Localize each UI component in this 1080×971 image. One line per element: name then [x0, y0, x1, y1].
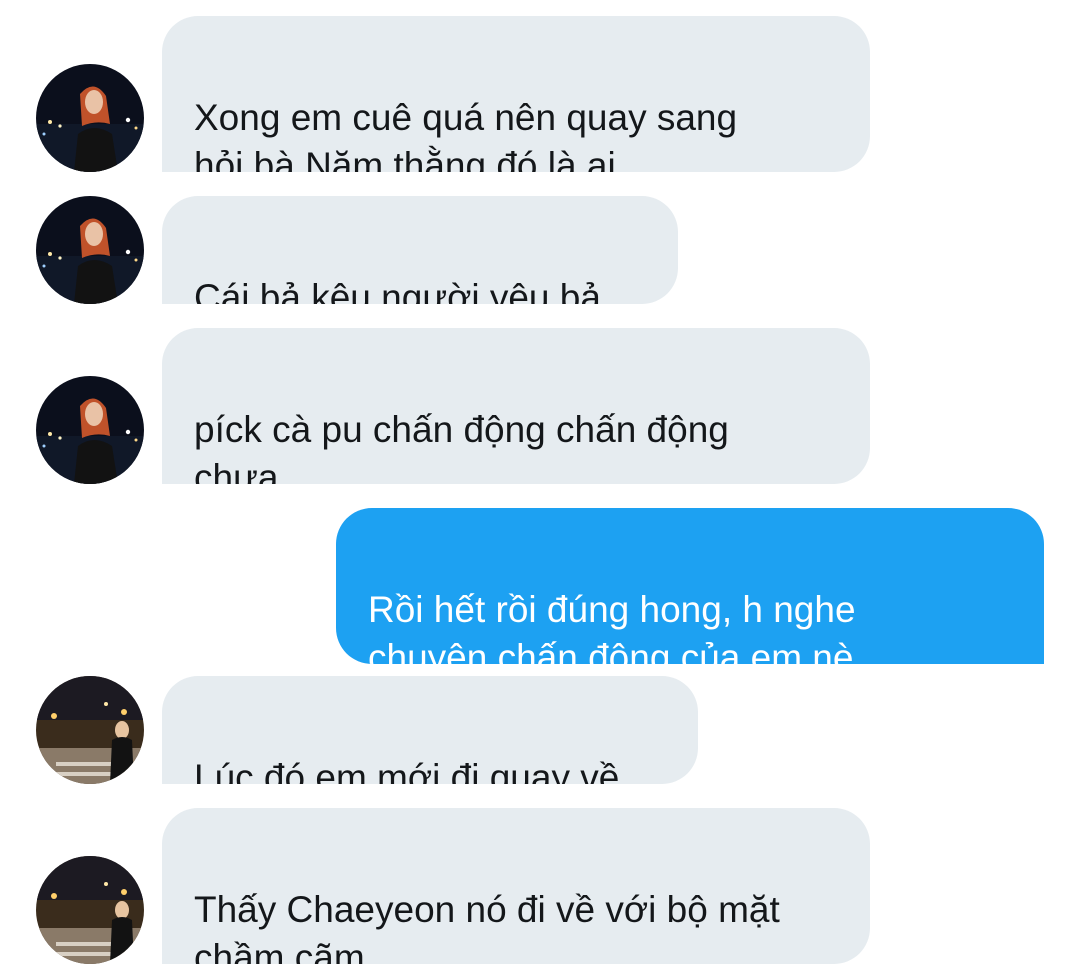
sender-avatar[interactable] — [36, 196, 144, 304]
message-bubble[interactable]: píck cà pu chấn động chấn động chưa — [162, 328, 870, 484]
message-bubble[interactable]: Xong em cuê quá nên quay sang hỏi bà Năm… — [162, 16, 870, 172]
dm-conversation: { "conversation": { "messages": [ { "dir… — [0, 0, 1080, 971]
message-text: Lúc đó em mới đi quay về — [194, 757, 620, 784]
message-bubble[interactable]: Thấy Chaeyeon nó đi về với bộ mặt chầm c… — [162, 808, 870, 964]
message-bubble[interactable]: Rồi hết rồi đúng hong, h nghe chuyện chấ… — [336, 508, 1044, 664]
sender-avatar[interactable] — [36, 64, 144, 172]
sender-avatar[interactable] — [36, 676, 144, 784]
message-bubble[interactable]: Cái bả kêu người yêu bả — [162, 196, 678, 304]
sender-avatar[interactable] — [36, 376, 144, 484]
message-text: Rồi hết rồi đúng hong, h nghe chuyện chấ… — [368, 589, 856, 664]
message-text: píck cà pu chấn động chấn động chưa — [194, 409, 729, 484]
message-text: Thấy Chaeyeon nó đi về với bộ mặt chầm c… — [194, 889, 780, 964]
message-text: Xong em cuê quá nên quay sang hỏi bà Năm… — [194, 97, 738, 172]
message-bubble[interactable]: Lúc đó em mới đi quay về — [162, 676, 698, 784]
sender-avatar[interactable] — [36, 856, 144, 964]
message-text: Cái bả kêu người yêu bả — [194, 277, 601, 304]
